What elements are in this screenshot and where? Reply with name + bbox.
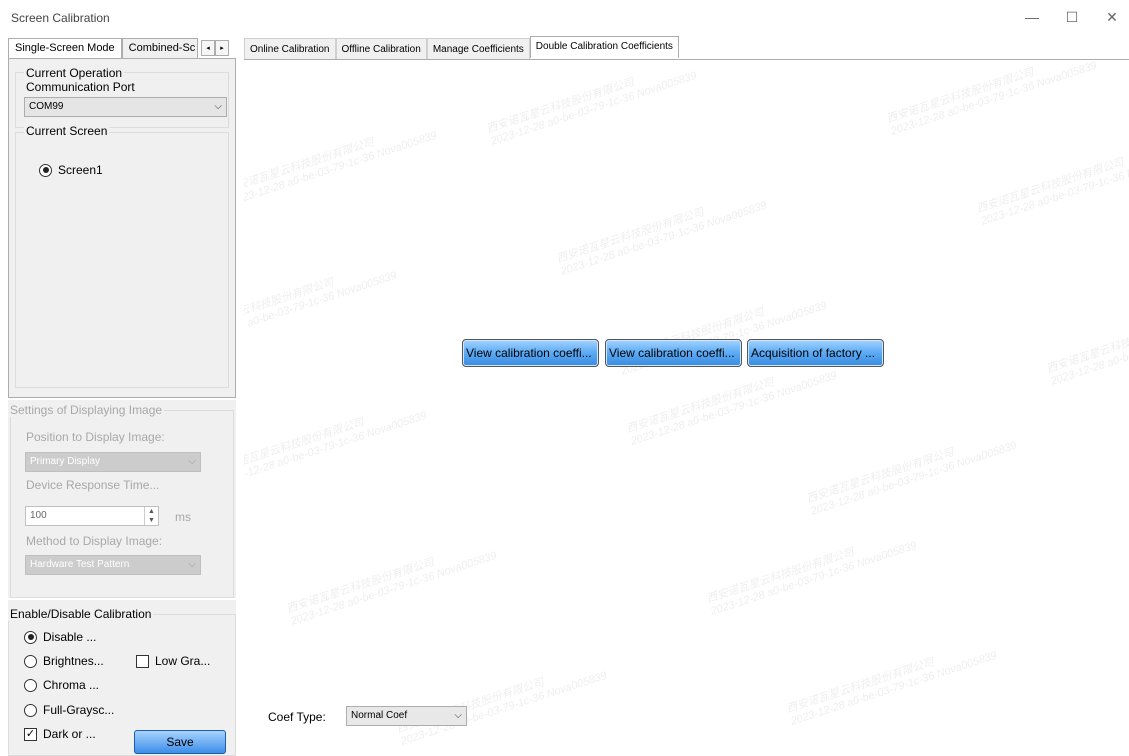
watermark: 西安诺瓦星云科技股份有限公司2023-12-28 a0-be-03-79-1c-… (485, 69, 699, 148)
display-settings-panel: Settings of Displaying Image Position to… (8, 400, 236, 598)
tab-offline-calibration[interactable]: Offline Calibration (335, 38, 427, 59)
method-label: Method to Display Image: (26, 534, 163, 548)
tab-single-screen-mode[interactable]: Single-Screen Mode (8, 38, 122, 59)
scroll-left-icon[interactable]: ◂ (201, 40, 215, 56)
position-label: Position to Display Image: (26, 430, 165, 444)
radio-icon (24, 630, 37, 644)
watermark: 西安诺瓦星云科技股份有限公司2023-12-28 a0-be-03-79-1c-… (1045, 310, 1129, 388)
dark-checkbox[interactable]: ✓ Dark or ... (24, 727, 96, 741)
tab-online-calibration[interactable]: Online Calibration (244, 38, 336, 59)
watermark: 西安诺瓦星云科技股份有限公司2023-12-28 a0-be-03-79-1c-… (244, 409, 429, 488)
chevron-down-icon: ⌵ (214, 101, 222, 112)
port-group-title-2: Communication Port (24, 80, 137, 94)
tab-scroll-arrows: ◂ ▸ (201, 40, 229, 56)
right-tab-strip: Online Calibration Offline Calibration M… (244, 36, 679, 59)
calibration-option-chroma[interactable]: Chroma ... (24, 678, 99, 692)
option-label: Chroma ... (43, 678, 100, 692)
left-panel: Current Operation Communication Port COM… (8, 58, 236, 398)
method-select[interactable]: Hardware Test Pattern ⌵ (25, 555, 201, 575)
tab-manage-coefficients[interactable]: Manage Coefficients (426, 38, 530, 59)
tab-combined-screen-mode[interactable]: Combined-Sc (121, 38, 198, 58)
close-icon[interactable]: ✕ (1101, 6, 1123, 28)
scroll-right-icon[interactable]: ▸ (215, 40, 229, 56)
screen-option-label: Screen1 (58, 163, 103, 177)
calibration-option-disable[interactable]: Disable ... (24, 630, 96, 644)
tab-double-calibration-coefficients[interactable]: Double Calibration Coefficients (529, 36, 679, 58)
screen-option[interactable]: Screen1 (39, 163, 103, 177)
coef-type-select[interactable]: Normal Coef ⌵ (346, 706, 467, 726)
watermark: 西安诺瓦星云科技股份有限公司2023-12-28 a0-be-03-79-1c-… (285, 549, 499, 628)
option-label: Full-Graysc... (43, 703, 115, 717)
checkbox-checked-icon: ✓ (24, 727, 37, 741)
calibration-option-full-grayscale[interactable]: Full-Graysc... (24, 703, 114, 717)
view-calibration-coefficients-button-1[interactable]: View calibration coeffi... (462, 339, 599, 367)
position-select-value: Primary Display (30, 456, 101, 467)
response-time-stepper[interactable]: 100 ▲ ▼ (25, 506, 159, 526)
watermark: 西安诺瓦星云科技股份有限公司2023-12-28 a0-be-03-79-1c-… (805, 439, 1019, 518)
response-time-label: Device Response Time... (26, 478, 160, 492)
radio-icon (24, 703, 37, 717)
port-select[interactable]: COM99 ⌵ (24, 97, 227, 117)
watermark: 西安诺瓦星云科技股份有限公司2023-12-28 a0-be-03-79-1c-… (705, 539, 919, 618)
save-button[interactable]: Save (134, 730, 226, 754)
right-panel: 西安诺瓦星云科技股份有限公司 2023-12-28 a0-be-03-79-1c-… (244, 59, 1129, 756)
radio-icon (39, 163, 52, 177)
chevron-down-icon: ⌵ (454, 710, 462, 721)
calibration-option-brightness[interactable]: Brightnes... (24, 654, 104, 668)
watermark: 西安诺瓦星云科技股份有限公司2023-12-28 a0-be-03-79-1c-… (555, 199, 769, 278)
method-select-value: Hardware Test Pattern (30, 559, 130, 570)
coef-type-label: Coef Type: (268, 710, 326, 724)
watermark: 西安诺瓦星云科技股份有限公司2023-12-28 a0-be-03-79-1c-… (975, 149, 1129, 228)
port-group-title-1: Current Operation (24, 66, 125, 80)
watermark: 西安诺瓦星云科技股份有限公司2023-12-28 a0-be-03-79-1c-… (244, 269, 399, 348)
calibration-title: Enable/Disable Calibration (8, 607, 154, 621)
stepper-arrows-icon[interactable]: ▲ ▼ (144, 507, 158, 525)
screen-group-title: Current Screen (24, 124, 110, 138)
display-settings-title: Settings of Displaying Image (8, 403, 165, 417)
position-select[interactable]: Primary Display ⌵ (25, 452, 201, 472)
checkbox-icon (136, 654, 149, 668)
dark-label: Dark or ... (43, 727, 96, 741)
radio-icon (24, 654, 37, 668)
option-label: Brightnes... (43, 654, 104, 668)
option-label: Disable ... (43, 630, 97, 644)
minimize-icon[interactable]: — (1021, 6, 1043, 28)
response-time-unit: ms (175, 510, 191, 524)
watermark: 西安诺瓦星云科技股份有限公司2023-12-28 a0-be-03-79-1c-… (395, 669, 609, 748)
port-select-value: COM99 (29, 101, 64, 112)
title-bar: Screen Calibration — ☐ ✕ (0, 0, 1129, 36)
watermark: 西安诺瓦星云科技股份有限公司2023-12-28 a0-be-03-79-1c-… (885, 59, 1099, 138)
left-tab-strip: Single-Screen Mode Combined-Sc (8, 38, 198, 59)
chevron-down-icon: ⌵ (188, 456, 196, 467)
acquisition-of-factory-button[interactable]: Acquisition of factory ... (747, 339, 884, 367)
maximize-icon[interactable]: ☐ (1061, 6, 1083, 28)
low-gray-checkbox[interactable]: Low Gra... (136, 654, 210, 668)
watermark: 西安诺瓦星云科技股份有限公司2023-12-28 a0-be-03-79-1c-… (785, 649, 999, 728)
chevron-down-icon: ⌵ (188, 559, 196, 570)
coef-type-value: Normal Coef (351, 710, 408, 721)
window-title: Screen Calibration (11, 11, 110, 25)
watermark: 西安诺瓦星云科技股份有限公司2023-12-28 a0-be-03-79-1c-… (625, 369, 839, 448)
low-gray-label: Low Gra... (155, 654, 211, 668)
radio-icon (24, 678, 37, 692)
view-calibration-coefficients-button-2[interactable]: View calibration coeffi... (605, 339, 742, 367)
response-time-value: 100 (30, 510, 47, 521)
watermark: 西安诺瓦星云科技股份有限公司2023-12-28 a0-be-03-79-1c-… (244, 129, 439, 208)
